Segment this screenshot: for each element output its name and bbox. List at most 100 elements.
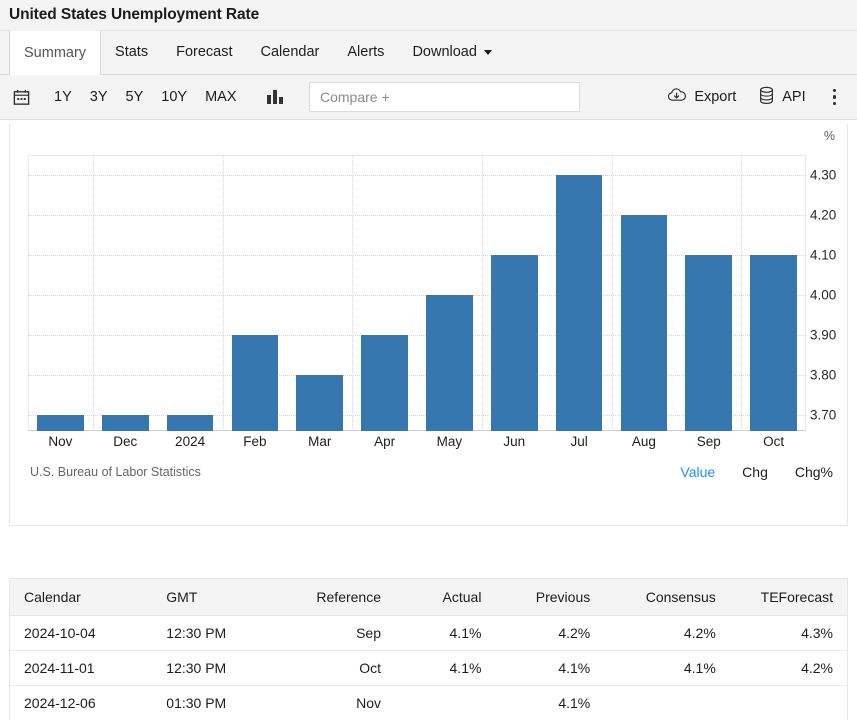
- cell-consensus: 4.1%: [604, 650, 730, 685]
- y-axis-unit-label: %: [824, 129, 835, 143]
- tab-forecast[interactable]: Forecast: [162, 30, 246, 74]
- metric-chg[interactable]: Chg: [742, 464, 768, 480]
- table-header-row: CalendarGMTReferenceActualPreviousConsen…: [10, 579, 847, 615]
- x-axis-tick-label: Jul: [570, 434, 587, 449]
- y-axis-tick-label: 4.30: [810, 168, 836, 183]
- metric-chgpct[interactable]: Chg%: [795, 464, 833, 480]
- range-selector: 1Y3Y5Y10YMAX: [45, 85, 245, 109]
- range-button-max[interactable]: MAX: [196, 85, 245, 109]
- cell-calendar: 2024-11-01: [10, 650, 152, 685]
- database-icon: [758, 86, 775, 109]
- kebab-menu-icon[interactable]: [826, 85, 843, 110]
- x-axis-labels: NovDec2024FebMarAprMayJunJulAugSepOct: [28, 434, 806, 454]
- compare-input[interactable]: [309, 82, 580, 112]
- compare-field-wrapper: [309, 82, 580, 112]
- metric-toggle-group: Value Chg Chg%: [653, 464, 833, 480]
- chart-toolbar: 1Y3Y5Y10YMAX Export: [0, 75, 857, 120]
- calendar-icon[interactable]: [12, 88, 31, 107]
- table-row[interactable]: 2024-12-0601:30 PMNov 4.1%: [10, 685, 847, 720]
- cell-actual: 4.1%: [395, 615, 495, 650]
- export-label: Export: [694, 89, 736, 105]
- tab-label: Stats: [115, 44, 148, 60]
- column-header-calendar[interactable]: Calendar: [10, 579, 152, 615]
- column-header-teforecast[interactable]: TEForecast: [730, 579, 847, 615]
- chart-footer: U.S. Bureau of Labor Statistics Value Chg…: [30, 464, 833, 480]
- chart-card: % 4.304.204.104.003.903.803.70 NovDec202…: [9, 124, 848, 526]
- toolbar-right-actions: Export API: [651, 82, 847, 113]
- tab-label: Summary: [24, 45, 86, 61]
- tab-summary[interactable]: Summary: [9, 30, 101, 75]
- tab-label: Calendar: [261, 44, 320, 60]
- y-axis-tick-label: 4.10: [810, 248, 836, 263]
- cell-consensus: 4.2%: [604, 615, 730, 650]
- cell-consensus: [604, 685, 730, 720]
- title-bar: United States Unemployment Rate: [0, 0, 857, 31]
- range-button-10y[interactable]: 10Y: [152, 85, 196, 109]
- tab-strip: Summary Stats Forecast Calendar Alerts Downlo…: [0, 31, 857, 75]
- tab-calendar[interactable]: Calendar: [247, 30, 334, 74]
- api-button[interactable]: API: [752, 82, 811, 113]
- x-axis-tick-label: 2024: [175, 434, 205, 449]
- bar[interactable]: [685, 255, 732, 431]
- range-button-3y[interactable]: 3Y: [81, 85, 117, 109]
- bar[interactable]: [296, 375, 343, 431]
- cell-teforecast: 4.2%: [730, 650, 847, 685]
- bar[interactable]: [102, 415, 149, 431]
- bar[interactable]: [750, 255, 797, 431]
- calendar-table: CalendarGMTReferenceActualPreviousConsen…: [10, 579, 847, 720]
- y-axis-tick-label: 3.70: [810, 408, 836, 423]
- chart-source: U.S. Bureau of Labor Statistics: [30, 465, 201, 479]
- tab-download[interactable]: Download: [398, 30, 506, 74]
- x-axis-tick-label: Dec: [113, 434, 137, 449]
- y-axis-tick-label: 4.00: [810, 288, 836, 303]
- export-button[interactable]: Export: [661, 83, 742, 111]
- x-axis-tick-label: Aug: [632, 434, 656, 449]
- tab-alerts[interactable]: Alerts: [333, 30, 398, 74]
- x-axis-tick-label: May: [437, 434, 463, 449]
- range-button-5y[interactable]: 5Y: [117, 85, 153, 109]
- api-label: API: [782, 89, 805, 105]
- x-axis-tick-label: Feb: [243, 434, 266, 449]
- tab-label: Alerts: [347, 44, 384, 60]
- metric-value[interactable]: Value: [680, 464, 715, 480]
- x-axis-tick-label: Mar: [308, 434, 331, 449]
- bar[interactable]: [556, 175, 603, 431]
- column-header-actual[interactable]: Actual: [395, 579, 495, 615]
- column-header-reference[interactable]: Reference: [269, 579, 395, 615]
- tab-label: Download: [412, 44, 477, 60]
- tab-stats[interactable]: Stats: [101, 30, 162, 74]
- cell-reference: Nov: [269, 685, 395, 720]
- bar[interactable]: [361, 335, 408, 431]
- bar[interactable]: [232, 335, 279, 431]
- y-axis-tick-label: 4.20: [810, 208, 836, 223]
- y-axis-tick-label: 3.90: [810, 328, 836, 343]
- bar-chart-icon[interactable]: [261, 87, 289, 107]
- x-axis-tick-label: Sep: [697, 434, 721, 449]
- y-axis-tick-label: 3.80: [810, 368, 836, 383]
- bar[interactable]: [37, 415, 84, 431]
- cell-calendar: 2024-12-06: [10, 685, 152, 720]
- bar-series: [28, 155, 806, 431]
- cell-reference: Sep: [269, 615, 395, 650]
- column-header-previous[interactable]: Previous: [495, 579, 604, 615]
- cloud-download-icon: [667, 87, 687, 107]
- cell-actual: [395, 685, 495, 720]
- chart-plot-area[interactable]: [28, 155, 806, 431]
- bar[interactable]: [491, 255, 538, 431]
- table-row[interactable]: 2024-11-0112:30 PMOct4.1%4.1%4.1%4.2%: [10, 650, 847, 685]
- range-button-1y[interactable]: 1Y: [45, 85, 81, 109]
- table-row[interactable]: 2024-10-0412:30 PMSep4.1%4.2%4.2%4.3%: [10, 615, 847, 650]
- x-axis-tick-label: Apr: [374, 434, 395, 449]
- column-header-consensus[interactable]: Consensus: [604, 579, 730, 615]
- chevron-down-icon: [484, 50, 492, 55]
- bar[interactable]: [426, 295, 473, 431]
- calendar-table-wrapper: CalendarGMTReferenceActualPreviousConsen…: [9, 578, 848, 720]
- x-axis-tick-label: Jun: [503, 434, 525, 449]
- bar[interactable]: [167, 415, 214, 431]
- column-header-gmt[interactable]: GMT: [152, 579, 269, 615]
- table-header: CalendarGMTReferenceActualPreviousConsen…: [10, 579, 847, 615]
- bar[interactable]: [621, 215, 668, 431]
- cell-teforecast: 4.3%: [730, 615, 847, 650]
- cell-gmt: 01:30 PM: [152, 685, 269, 720]
- cell-previous: 4.1%: [495, 685, 604, 720]
